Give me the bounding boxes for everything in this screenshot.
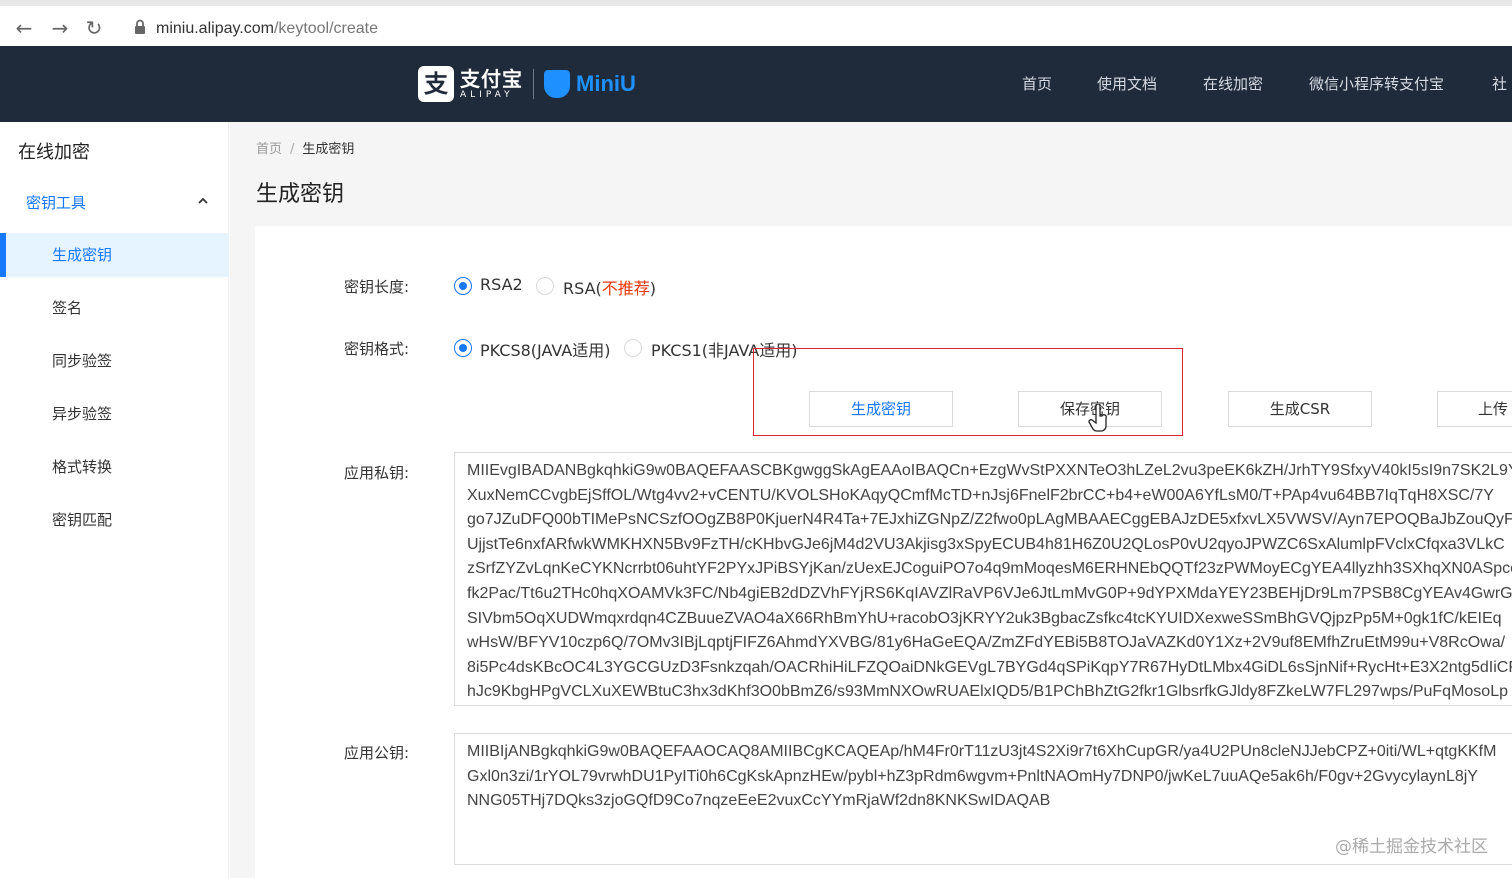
rsa-radio[interactable] — [536, 277, 554, 295]
breadcrumb: 首页 / 生成密钥 — [256, 138, 354, 157]
miniu-shield-icon — [544, 70, 570, 98]
url-path: /keytool/create — [273, 20, 379, 37]
pkcs8-label[interactable]: PKCS8(JAVA适用) — [480, 337, 611, 361]
key-length-label: 密钥长度: — [344, 278, 410, 296]
breadcrumb-current: 生成密钥 — [302, 142, 355, 157]
sidebar: 在线加密 密钥工具 生成密钥 签名 同步验签 异步验签 格式转换 密钥匹配 — [0, 122, 229, 878]
sidebar-title: 在线加密 — [18, 142, 90, 163]
arrow-right-icon[interactable]: → — [48, 16, 72, 40]
hand-cursor-icon — [1088, 404, 1107, 432]
chevron-up-icon[interactable] — [196, 194, 210, 208]
private-key-line: MIIEvgIBADANBgkqhkiG9w0BAQEFAASCBKgwggSk… — [467, 462, 1512, 479]
site-header: 支 支付宝 ALIPAY MiniU 首页 使用文档 在线加密 微信小程序转支付… — [0, 46, 1512, 122]
rsa-label-close: ) — [649, 279, 657, 298]
public-key-line: Gxl0n3zi/1rYOL79vrwhDU1PyITi0h6CgKskApnz… — [467, 767, 1478, 785]
private-key-line: go7JZuDFQ00bTIMePsNCSzfOOgZB8P0KjuerN4R4… — [467, 511, 1512, 529]
key-format-label: 密钥格式: — [344, 340, 410, 358]
alipay-logo-icon: 支 — [418, 66, 454, 102]
logo-divider — [533, 69, 534, 99]
miniu-wordmark: MiniU — [576, 71, 636, 96]
sidebar-item-format-convert[interactable]: 格式转换 — [0, 445, 229, 489]
logo-en-text: ALIPAY — [460, 90, 514, 100]
nav-docs[interactable]: 使用文档 — [1097, 46, 1157, 122]
logo-cn-text: 支付宝 — [460, 67, 523, 91]
url-host: miniu.alipay.com — [156, 20, 274, 37]
sidebar-item-generate-key[interactable]: 生成密钥 — [0, 233, 229, 277]
generate-key-button[interactable]: 生成密钥 — [809, 391, 953, 427]
private-key-line: SIVbm5OqXUDWmqxrdqn4CZBuueZVAO4aX66RhBmY… — [467, 609, 1502, 627]
pkcs8-radio[interactable] — [454, 339, 472, 357]
public-key-line: MIIBIjANBgkqhkiG9w0BAQEFAAOCAQ8AMIIBCgKC… — [467, 743, 1497, 760]
watermark: @稀土掘金技术社区 — [1335, 837, 1488, 857]
sidebar-item-async-verify[interactable]: 异步验签 — [0, 392, 229, 436]
url-text[interactable]: miniu.alipay.com/keytool/create — [156, 20, 378, 38]
generate-csr-button[interactable]: 生成CSR — [1228, 391, 1372, 427]
breadcrumb-home[interactable]: 首页 — [256, 142, 282, 157]
browser-toolbar: ← → ↻ miniu.alipay.com/keytool/create — [0, 0, 1512, 46]
sidebar-group-key-tools[interactable]: 密钥工具 — [26, 192, 86, 213]
rsa-label-text: RSA( — [563, 279, 602, 298]
nav-wechat-convert[interactable]: 微信小程序转支付宝 — [1309, 46, 1444, 122]
public-key-label: 应用公钥: — [344, 744, 410, 762]
breadcrumb-separator: / — [290, 142, 295, 157]
public-key-line: NNG05THj7DQks3zjoGQfD9Co7nqzeEeE2vuxCcYY… — [467, 792, 1051, 810]
nav-online-encrypt[interactable]: 在线加密 — [1203, 46, 1263, 122]
sidebar-item-sync-verify[interactable]: 同步验签 — [0, 339, 229, 383]
rsa2-radio[interactable] — [454, 277, 472, 295]
rsa2-label[interactable]: RSA2 — [480, 275, 523, 294]
private-key-label: 应用私钥: — [344, 464, 410, 482]
sidebar-item-sign[interactable]: 签名 — [0, 286, 229, 330]
reload-icon[interactable]: ↻ — [82, 16, 106, 40]
arrow-left-icon[interactable]: ← — [12, 16, 36, 40]
nav-community[interactable]: 社 — [1492, 46, 1507, 122]
rsa-label[interactable]: RSA(不推荐) — [563, 275, 656, 299]
pkcs1-radio[interactable] — [624, 339, 642, 357]
nav-home[interactable]: 首页 — [1022, 46, 1052, 122]
sidebar-item-key-match[interactable]: 密钥匹配 — [0, 498, 229, 542]
site-logo[interactable]: 支 支付宝 ALIPAY MiniU — [418, 65, 636, 103]
alipay-wordmark: 支付宝 ALIPAY — [460, 68, 523, 100]
private-key-line: XuxNemCCvgbEjSffOL/Wtg4vv2+vCENTU/KVOLSH… — [467, 486, 1494, 504]
private-key-line: wHsW/BFYV10czp6Q/7OMv3IBjLqptjFIFZ6AhmdY… — [467, 634, 1506, 652]
private-key-line: 8i5Pc4dsKBcOC4L3YGCGUzD3Fsnkzqah/OACRhiH… — [467, 658, 1512, 676]
page-title: 生成密钥 — [256, 182, 345, 207]
private-key-line: fk2Pac/Tt6u2THc0hqXOAMVk3FC/Nb4giEB2dDZV… — [467, 584, 1512, 602]
private-key-line: zSrfZYZvLqnKeCYKNcrrbt06uhtYF2PYxJPiBSYj… — [467, 560, 1512, 578]
upload-button[interactable]: 上传 — [1437, 391, 1512, 427]
private-key-textarea[interactable]: MIIEvgIBADANBgkqhkiG9w0BAQEFAASCBKgwggSk… — [454, 452, 1512, 706]
lock-icon — [135, 19, 145, 34]
private-key-line: UjjstTe6nxfARfwkWMKHXN5Bv9FzTH/cKHbvGJe6… — [467, 535, 1505, 553]
rsa-not-recommended: 不推荐 — [601, 279, 650, 298]
private-key-line: hJc9KbgHPgVCLXuXEWBtuC3hx3dKhf3O0bBmZ6/s… — [467, 683, 1508, 701]
